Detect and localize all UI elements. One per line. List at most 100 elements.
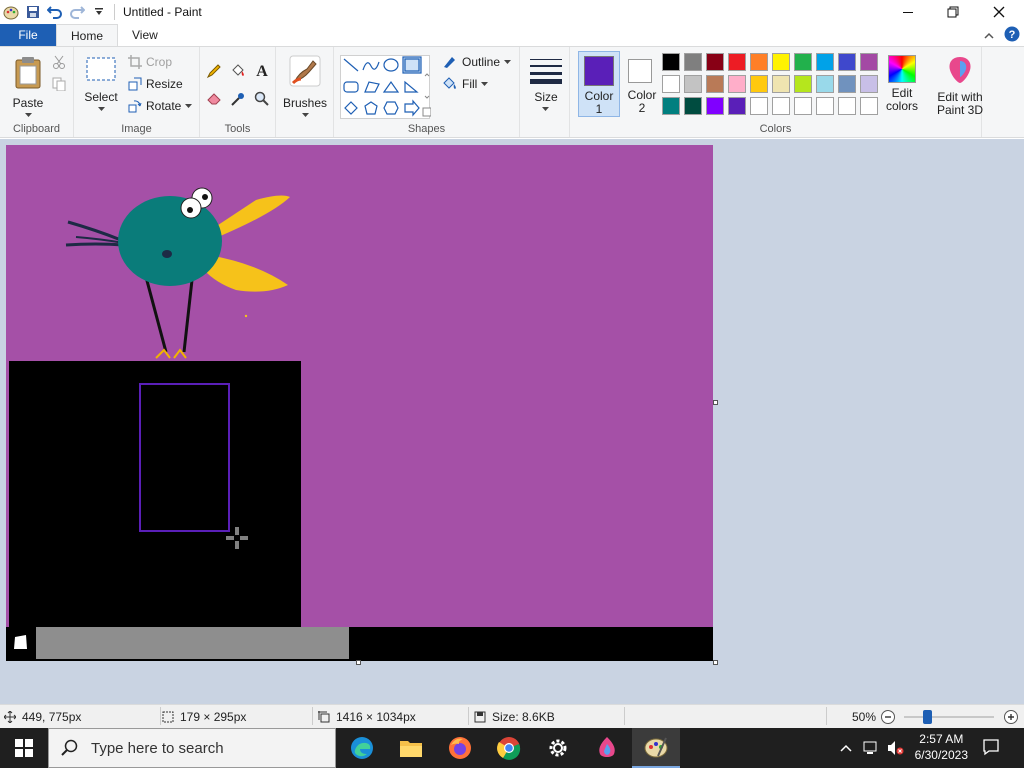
palette-swatch[interactable] [772,53,790,71]
close-button[interactable] [976,0,1022,24]
paint3d-taskbar-icon[interactable] [583,728,631,768]
file-explorer-taskbar-icon[interactable] [387,728,435,768]
size-button[interactable]: Size [526,55,566,125]
text-tool-icon[interactable]: A [254,61,270,82]
zoom-out-icon[interactable] [880,709,896,728]
palette-swatch[interactable] [860,97,878,115]
palette-swatch[interactable] [750,53,768,71]
brushes-button[interactable]: Brushes [282,55,328,125]
zoom-slider-track[interactable] [904,716,994,718]
select-button[interactable]: Select [82,55,120,123]
triangle-shape-icon[interactable] [382,80,400,93]
show-hidden-icons-icon[interactable] [840,742,852,756]
system-clock[interactable]: 2:57 AM 6/30/2023 [915,731,968,763]
right-arrow-shape-icon[interactable] [404,99,420,117]
palette-swatch[interactable] [860,53,878,71]
paint-app-icon[interactable] [0,1,22,23]
fill-bucket-icon[interactable] [230,63,246,82]
status-divider [160,707,161,725]
palette-swatch[interactable] [794,53,812,71]
eraser-icon[interactable] [206,91,222,108]
palette-swatch[interactable] [706,75,724,93]
palette-swatch[interactable] [794,75,812,93]
palette-swatch[interactable] [684,53,702,71]
palette-swatch[interactable] [728,75,746,93]
magnifier-icon[interactable] [254,91,270,110]
canvas-resize-handle-right[interactable] [713,400,718,405]
palette-swatch[interactable] [684,75,702,93]
color1-button[interactable]: Color 1 [578,51,620,117]
palette-swatch[interactable] [838,97,856,115]
canvas-resize-handle-corner[interactable] [713,660,718,665]
canvas-resize-handle-bottom[interactable] [356,660,361,665]
edit-with-paint3d-button[interactable]: Edit with Paint 3D [932,53,988,125]
pentagon-shape-icon[interactable] [364,101,378,115]
customize-quick-access-icon[interactable] [88,1,110,23]
crop-button[interactable]: Crop [128,55,172,69]
drawing-canvas[interactable] [6,145,713,661]
redo-icon[interactable] [66,1,88,23]
undo-icon[interactable] [44,1,66,23]
palette-swatch[interactable] [816,75,834,93]
help-icon[interactable]: ? [1004,26,1020,45]
palette-swatch[interactable] [750,97,768,115]
fill-button[interactable]: Fill [442,77,489,91]
palette-swatch[interactable] [794,97,812,115]
curve-shape-icon[interactable] [362,61,380,71]
paint-taskbar-icon[interactable] [632,728,680,768]
palette-swatch[interactable] [706,53,724,71]
palette-swatch[interactable] [662,53,680,71]
outline-button[interactable]: Outline [442,55,512,69]
palette-swatch[interactable] [728,53,746,71]
network-icon[interactable] [862,740,880,759]
rounded-rectangle-shape-icon[interactable] [343,81,359,93]
edit-colors-button[interactable]: Edit colors [882,53,922,119]
palette-swatch[interactable] [816,97,834,115]
chrome-taskbar-icon[interactable] [485,728,533,768]
edge-taskbar-icon[interactable] [338,728,386,768]
rotate-label: Rotate [146,99,182,113]
zoom-slider-thumb[interactable] [922,710,932,724]
tab-view[interactable]: View [118,24,172,46]
tab-home[interactable]: Home [56,24,119,46]
palette-swatch[interactable] [684,97,702,115]
save-icon[interactable] [22,1,44,23]
shapes-scroll-arrows-icon[interactable] [424,73,430,99]
palette-swatch[interactable] [750,75,768,93]
hexagon-shape-icon[interactable] [383,101,399,115]
palette-swatch[interactable] [706,97,724,115]
volume-muted-icon[interactable] [886,740,904,759]
settings-taskbar-icon[interactable] [534,728,582,768]
resize-button[interactable]: Resize [128,77,183,91]
pencil-icon[interactable] [206,63,222,82]
minimize-button[interactable] [885,0,931,24]
collapse-ribbon-icon[interactable] [984,29,994,43]
palette-swatch[interactable] [728,97,746,115]
notifications-icon[interactable] [982,738,1000,759]
palette-swatch[interactable] [772,97,790,115]
palette-swatch[interactable] [662,75,680,93]
color2-button[interactable]: Color 2 [622,51,664,117]
taskbar-search-box[interactable]: Type here to search [48,728,336,768]
palette-swatch[interactable] [816,53,834,71]
rotate-button[interactable]: Rotate [128,99,193,113]
copy-icon[interactable] [52,77,66,94]
oval-shape-icon[interactable] [383,58,399,72]
palette-swatch[interactable] [860,75,878,93]
restore-button[interactable] [930,0,976,24]
line-shape-icon[interactable] [343,58,359,72]
zoom-in-icon[interactable] [1003,709,1019,728]
palette-swatch[interactable] [838,53,856,71]
cut-icon[interactable] [52,55,66,72]
polygon-shape-icon[interactable] [364,81,380,93]
color-picker-icon[interactable] [230,91,246,110]
tab-file[interactable]: File [0,24,56,46]
shapes-more-icon[interactable] [422,107,432,117]
right-triangle-shape-icon[interactable] [404,80,419,93]
diamond-shape-icon[interactable] [344,101,358,115]
firefox-taskbar-icon[interactable] [436,728,484,768]
palette-swatch[interactable] [772,75,790,93]
palette-swatch[interactable] [662,97,680,115]
palette-swatch[interactable] [838,75,856,93]
start-button[interactable] [0,728,48,768]
